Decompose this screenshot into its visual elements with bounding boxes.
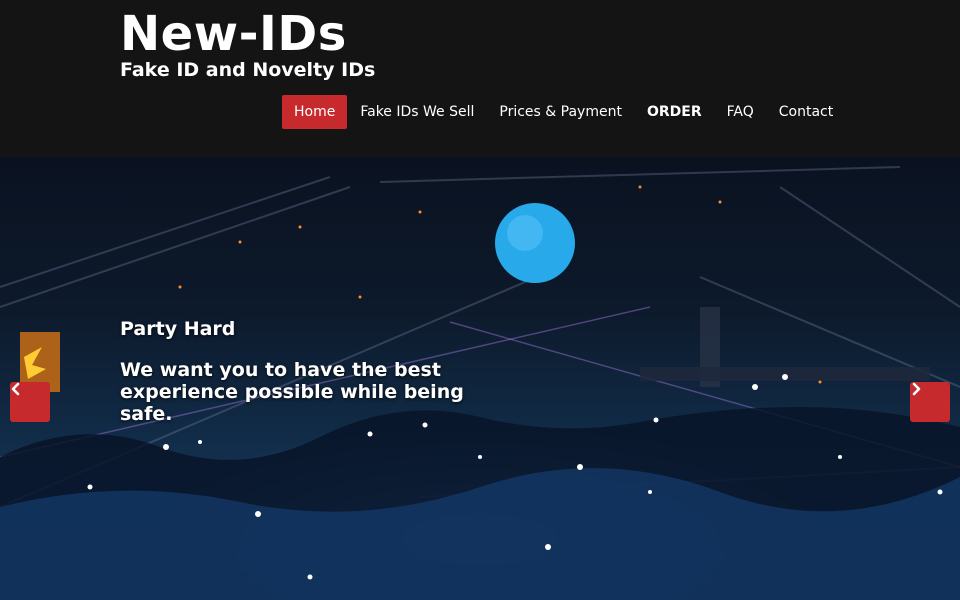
site-title[interactable]: New-IDs (120, 6, 347, 62)
nav-prices-payment[interactable]: Prices & Payment (487, 95, 634, 129)
chevron-right-icon (912, 382, 921, 396)
main-nav: Home Fake IDs We Sell Prices & Payment O… (282, 95, 846, 129)
slider-next-button[interactable] (910, 382, 950, 422)
site-tagline: Fake ID and Novelty IDs (120, 59, 376, 81)
slide-caption-title: Party Hard (120, 318, 236, 340)
slide-caption-body: We want you to have the best experience … (120, 359, 464, 425)
nav-home[interactable]: Home (282, 95, 348, 129)
hero-slider: Party Hard We want you to have the best … (0, 157, 960, 600)
nav-faq[interactable]: FAQ (715, 95, 766, 129)
slider-prev-button[interactable] (10, 382, 50, 422)
nav-fake-ids-we-sell[interactable]: Fake IDs We Sell (348, 95, 486, 129)
site-header: New-IDs Fake ID and Novelty IDs Home Fak… (0, 0, 960, 157)
chevron-left-icon (11, 382, 20, 396)
nav-contact[interactable]: Contact (767, 95, 845, 129)
nav-order[interactable]: ORDER (635, 95, 714, 129)
